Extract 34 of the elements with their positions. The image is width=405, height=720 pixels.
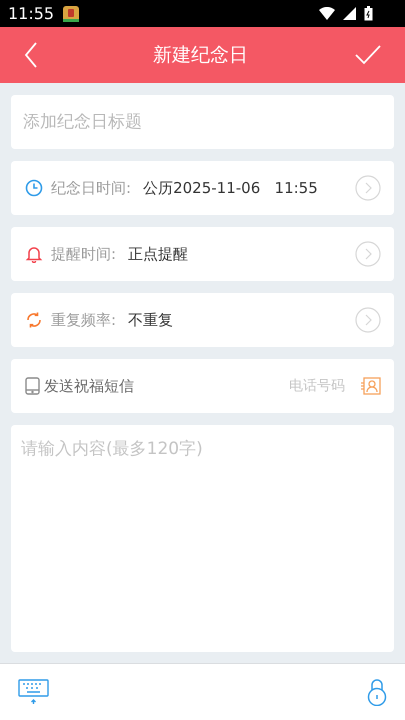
back-icon	[24, 42, 38, 68]
content-field[interactable]: 请输入内容(最多120字)	[11, 425, 394, 652]
header-title: 新建纪念日	[152, 42, 249, 68]
chevron-circle-icon	[355, 241, 381, 267]
setting-value: 不重复	[128, 310, 174, 331]
lock-icon	[367, 678, 387, 706]
keyboard-button[interactable]	[18, 679, 49, 705]
tablet-icon	[25, 377, 40, 395]
sms-label: 发送祝福短信	[44, 376, 134, 397]
signal-icon	[343, 7, 356, 20]
chevron-circle-icon	[355, 307, 381, 333]
check-icon	[355, 45, 381, 65]
setting-label: 提醒时间:	[51, 244, 116, 265]
contact-card-icon	[361, 377, 381, 395]
contacts-button[interactable]	[361, 376, 381, 396]
setting-row[interactable]: 提醒时间: 正点提醒	[11, 227, 394, 281]
clock-icon	[25, 179, 43, 197]
setting-value: 正点提醒	[128, 244, 188, 265]
setting-row[interactable]: 纪念日时间: 公历2025-11-06 11:55	[11, 161, 394, 215]
repeat-icon	[25, 311, 43, 329]
setting-row[interactable]: 重复频率: 不重复	[11, 293, 394, 347]
status-time: 11:55	[8, 2, 54, 24]
setting-label: 重复频率:	[51, 310, 116, 331]
phone-field[interactable]: 电话号码	[134, 376, 345, 396]
lock-button[interactable]	[367, 678, 387, 706]
app-notification-icon	[62, 4, 80, 22]
setting-value: 公历2025-11-06 11:55	[143, 178, 318, 199]
keyboard-icon	[18, 679, 49, 705]
title-field[interactable]: 添加纪念日标题	[11, 95, 394, 149]
battery-icon	[364, 6, 373, 21]
wifi-icon	[319, 7, 335, 20]
bell-icon	[25, 245, 43, 263]
chevron-circle-icon	[355, 175, 381, 201]
setting-label: 纪念日时间:	[51, 178, 132, 199]
